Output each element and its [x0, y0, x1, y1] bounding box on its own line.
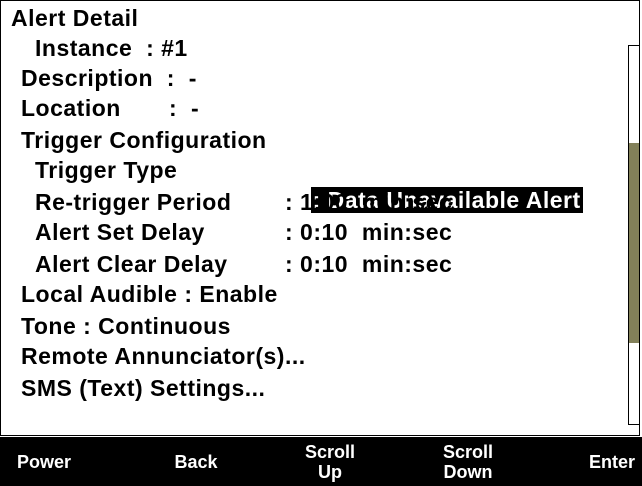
soft-key-bar: Power Back Scroll Up Scroll Down Enter: [0, 437, 642, 486]
local-audible-row[interactable]: Local Audible : Enable: [21, 279, 278, 309]
instance-row: Instance : #1: [35, 35, 188, 61]
remote-annunciators-row[interactable]: Remote Annunciator(s)...: [21, 341, 306, 371]
tone-row[interactable]: Tone : Continuous: [21, 311, 231, 341]
alert-detail-screen: Alert Detail Instance : #1 Description :…: [0, 0, 640, 436]
enter-button[interactable]: Enter: [582, 437, 642, 486]
trigger-configuration-heading: Trigger Configuration: [21, 127, 267, 153]
scrollbar[interactable]: [628, 45, 639, 425]
location-row[interactable]: Location : -: [21, 93, 199, 123]
retrigger-period-value[interactable]: : 1:00 min:sec: [285, 187, 452, 217]
page-title: Alert Detail: [11, 5, 139, 31]
power-button[interactable]: Power: [14, 437, 74, 486]
scroll-down-button[interactable]: Scroll Down: [423, 437, 513, 486]
alert-clear-delay-value[interactable]: : 0:10 min:sec: [285, 249, 452, 279]
back-button[interactable]: Back: [166, 437, 226, 486]
alert-set-delay-value[interactable]: : 0:10 min:sec: [285, 217, 452, 247]
alert-set-delay-label: Alert Set Delay: [35, 219, 205, 245]
alert-clear-delay-label: Alert Clear Delay: [35, 251, 228, 277]
trigger-type-value[interactable]: : Data Unavailable Alert: [283, 155, 583, 213]
sms-settings-row[interactable]: SMS (Text) Settings...: [21, 373, 265, 403]
scrollbar-thumb[interactable]: [629, 143, 639, 343]
retrigger-period-label: Re-trigger Period: [35, 189, 232, 215]
description-row[interactable]: Description : -: [21, 63, 197, 93]
scroll-up-button[interactable]: Scroll Up: [290, 437, 370, 486]
trigger-type-label: Trigger Type: [35, 157, 178, 183]
